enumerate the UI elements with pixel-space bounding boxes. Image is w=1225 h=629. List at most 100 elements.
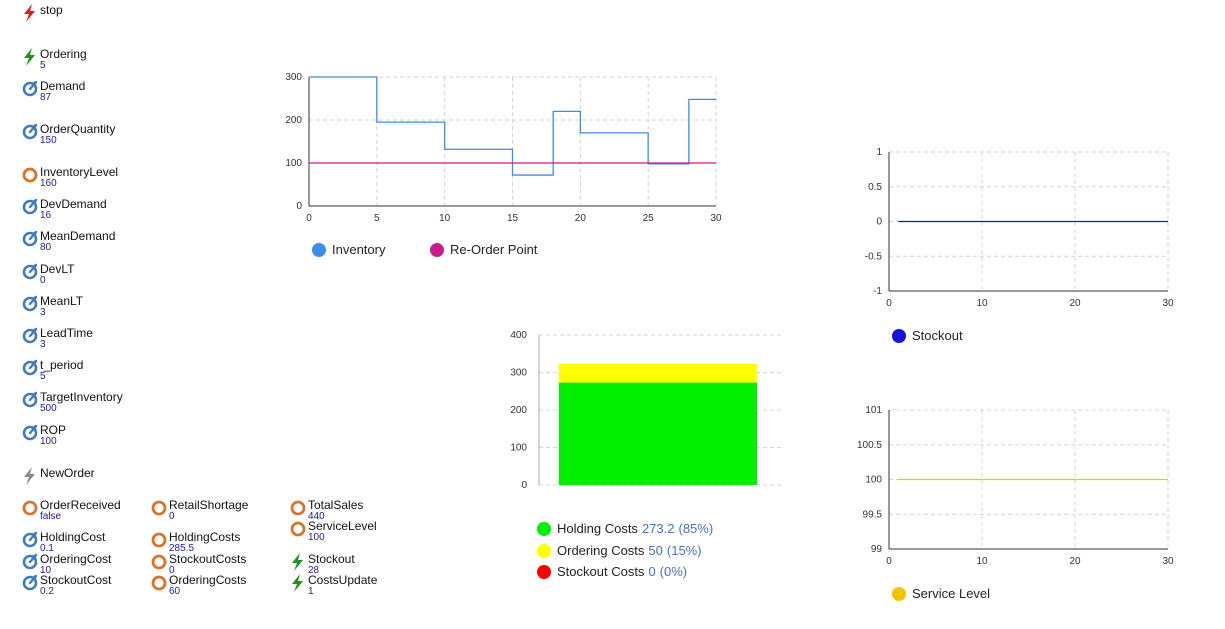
control-value: 0 bbox=[40, 275, 46, 286]
control-label: CostsUpdate bbox=[308, 573, 378, 587]
control-value: 16 bbox=[40, 210, 52, 221]
y-tick-label: 99 bbox=[871, 544, 883, 555]
x-tick-label: 25 bbox=[643, 213, 655, 224]
devlt-control[interactable]: DevLT 0 bbox=[22, 263, 74, 286]
legend-swatch-reorder-point bbox=[430, 242, 444, 257]
orderreceived-control[interactable]: OrderReceived false bbox=[22, 499, 121, 522]
gauge-icon bbox=[22, 531, 38, 549]
circle-icon bbox=[22, 499, 38, 517]
legend-label-stockout-costs: Stockout Costs bbox=[557, 564, 645, 579]
y-tick-label: 300 bbox=[510, 368, 527, 379]
y-tick-label: 101 bbox=[865, 405, 882, 416]
legend-holding-costs[interactable]: Holding Costs 273.2 (85%) bbox=[537, 521, 713, 536]
ordering-control[interactable]: Ordering 5 bbox=[22, 48, 87, 71]
circle-icon bbox=[151, 499, 167, 517]
bolt-icon bbox=[22, 4, 38, 22]
legend-value-holding-costs: 273.2 bbox=[641, 521, 675, 536]
servicelevel-control[interactable]: ServiceLevel 100 bbox=[290, 520, 377, 543]
holdingcosts-control[interactable]: HoldingCosts 285.5 bbox=[151, 531, 240, 554]
legend-stockout[interactable]: Stockout bbox=[892, 328, 963, 343]
legend-value-ordering-costs: 50 bbox=[648, 543, 663, 558]
devdemand-control[interactable]: DevDemand 16 bbox=[22, 198, 107, 221]
control-value: 150 bbox=[40, 135, 57, 146]
x-tick-label: 10 bbox=[976, 556, 988, 567]
stop-control[interactable]: stop bbox=[22, 4, 63, 22]
circle-icon bbox=[290, 520, 306, 538]
control-value: 87 bbox=[40, 92, 52, 103]
y-tick-label: -0.5 bbox=[865, 251, 883, 262]
circle-icon bbox=[290, 499, 306, 517]
control-value: 3 bbox=[40, 307, 46, 318]
meandemand-control[interactable]: MeanDemand 80 bbox=[22, 230, 115, 253]
legend-swatch-ordering-costs bbox=[537, 543, 551, 558]
demand-control[interactable]: Demand 87 bbox=[22, 80, 85, 103]
x-tick-label: 5 bbox=[374, 213, 380, 224]
control-label: RetailShortage bbox=[169, 498, 249, 512]
gauge-icon bbox=[22, 295, 38, 313]
gauge-icon bbox=[22, 391, 38, 409]
legend-stockout-costs[interactable]: Stockout Costs 0 (0%) bbox=[537, 564, 687, 579]
control-value: 100 bbox=[308, 532, 325, 543]
y-tick-label: 0 bbox=[521, 480, 527, 491]
legend-reorder-point[interactable]: Re-Order Point bbox=[430, 242, 537, 257]
legend-inventory[interactable]: Inventory bbox=[312, 242, 385, 257]
y-tick-label: 0 bbox=[296, 201, 302, 212]
control-value: 100 bbox=[40, 436, 57, 447]
legend-label-stockout: Stockout bbox=[912, 328, 963, 343]
y-tick-label: 99.5 bbox=[863, 509, 883, 520]
control-label: Ordering bbox=[40, 47, 87, 61]
bolt-icon bbox=[22, 467, 38, 485]
x-tick-label: 10 bbox=[439, 213, 451, 224]
legend-ordering-costs[interactable]: Ordering Costs 50 (15%) bbox=[537, 543, 702, 558]
meanlt-control[interactable]: MeanLT 3 bbox=[22, 295, 83, 318]
legend-value-stockout-costs: 0 bbox=[648, 564, 656, 579]
control-value: 0.2 bbox=[40, 586, 54, 597]
y-tick-label: 100.5 bbox=[857, 440, 882, 451]
legend-swatch-inventory bbox=[312, 242, 326, 257]
rop-control[interactable]: ROP 100 bbox=[22, 424, 66, 447]
neworder-control[interactable]: NewOrder bbox=[22, 467, 95, 485]
leadtime-control[interactable]: LeadTime 3 bbox=[22, 327, 93, 350]
x-tick-label: 20 bbox=[1069, 556, 1081, 567]
control-value: 1 bbox=[308, 586, 314, 597]
x-tick-label: 15 bbox=[507, 213, 519, 224]
y-tick-label: 0.5 bbox=[868, 182, 882, 193]
legend-percent-stockout-costs: (0%) bbox=[659, 564, 688, 579]
x-tick-label: 30 bbox=[710, 213, 722, 224]
legend-swatch-stockout bbox=[892, 328, 906, 343]
y-tick-label: -1 bbox=[873, 286, 882, 297]
gauge-icon bbox=[22, 424, 38, 442]
targetinventory-control[interactable]: TargetInventory 500 bbox=[22, 391, 123, 414]
orderquantity-control[interactable]: OrderQuantity 150 bbox=[22, 123, 115, 146]
holdingcost-control[interactable]: HoldingCost 0.1 bbox=[22, 531, 105, 554]
control-value: 500 bbox=[40, 403, 57, 414]
legend-swatch-holding-costs bbox=[537, 521, 551, 536]
x-tick-label: 0 bbox=[886, 298, 892, 309]
control-value: 5 bbox=[40, 371, 46, 382]
orderingcosts-control[interactable]: OrderingCosts 60 bbox=[151, 574, 246, 597]
control-label: stop bbox=[40, 3, 63, 17]
circle-icon bbox=[151, 553, 167, 571]
legend-label-ordering-costs: Ordering Costs bbox=[557, 543, 645, 558]
x-tick-label: 30 bbox=[1162, 298, 1174, 309]
inventorylevel-control[interactable]: InventoryLevel 160 bbox=[22, 166, 118, 189]
control-label: NewOrder bbox=[40, 466, 95, 480]
y-tick-label: 200 bbox=[510, 405, 527, 416]
y-tick-label: 100 bbox=[865, 475, 882, 486]
retailshortage-control[interactable]: RetailShortage 0 bbox=[151, 499, 248, 522]
control-value: 160 bbox=[40, 178, 57, 189]
stockoutcost-control[interactable]: StockoutCost 0.2 bbox=[22, 574, 111, 597]
gauge-icon bbox=[22, 574, 38, 592]
tperiod-control[interactable]: t_period 5 bbox=[22, 359, 83, 382]
control-label: LeadTime bbox=[40, 326, 93, 340]
control-label: t_period bbox=[40, 358, 84, 372]
control-value: 60 bbox=[169, 586, 181, 597]
gauge-icon bbox=[22, 359, 38, 377]
costsupdate-control[interactable]: CostsUpdate 1 bbox=[290, 574, 377, 597]
legend-service-level[interactable]: Service Level bbox=[892, 586, 990, 601]
legend-swatch-stockout-costs bbox=[537, 564, 551, 579]
y-tick-label: 1 bbox=[876, 147, 882, 158]
control-label: StockoutCosts bbox=[169, 552, 247, 566]
x-tick-label: 20 bbox=[575, 213, 587, 224]
series-line-inventory bbox=[309, 76, 716, 176]
